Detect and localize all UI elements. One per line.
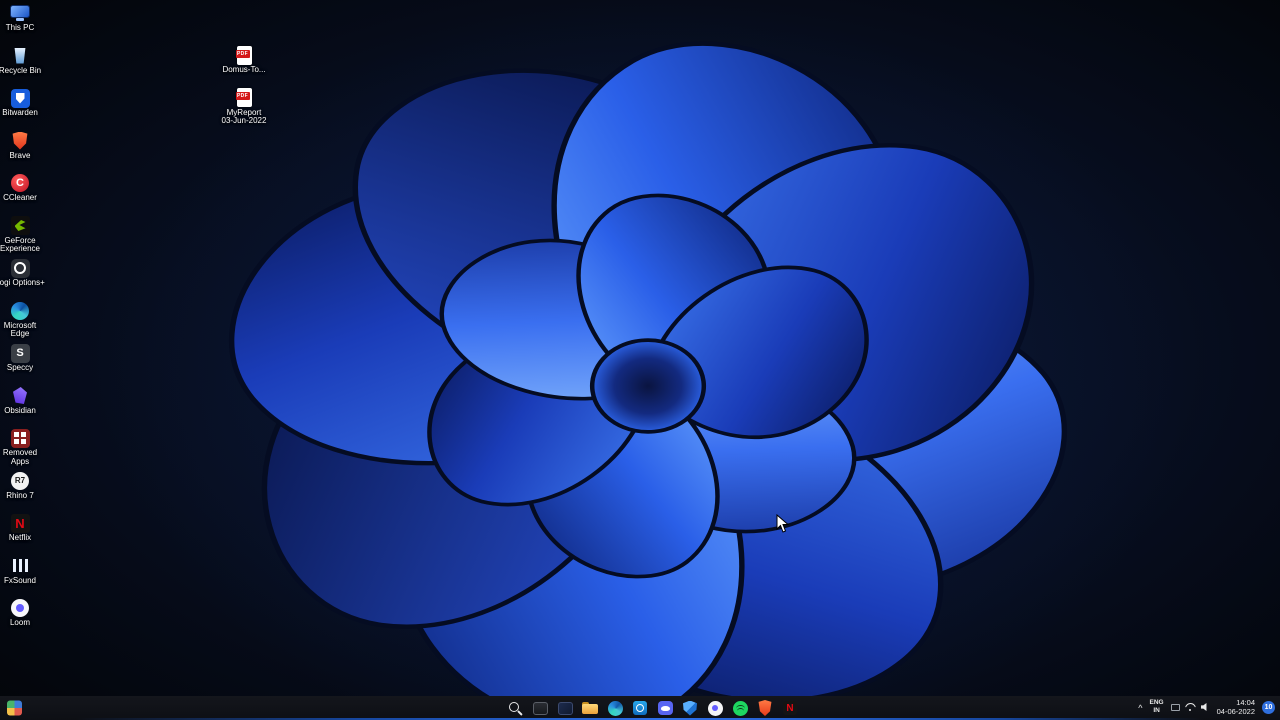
- loom-icon: [8, 598, 32, 618]
- connected-device-icon: [1170, 703, 1180, 711]
- discord-icon: [657, 701, 673, 715]
- file-explorer-icon: [582, 701, 598, 715]
- taskbar: ^ ENG IN 14:04 04-06-2022 10: [0, 696, 1280, 720]
- tray-status-icons[interactable]: [1170, 702, 1210, 712]
- language-line2: IN: [1153, 706, 1160, 714]
- fxsound-icon: [8, 556, 32, 576]
- recycle-bin-icon: [8, 46, 32, 66]
- loom-taskbar-icon: [707, 700, 723, 716]
- desktop-icon-label: Netflix: [8, 533, 32, 542]
- outlook-button[interactable]: [630, 698, 651, 719]
- windows-bloom-wallpaper: [0, 0, 1280, 720]
- ccleaner-icon: [8, 173, 32, 193]
- loom-button[interactable]: [705, 698, 726, 719]
- desktop-icon-label: Speccy: [6, 363, 34, 372]
- netflix-icon: [10, 513, 30, 533]
- desktop-file-myreport-pdf[interactable]: MyReport 03-Jun-2022: [212, 85, 276, 128]
- photos-button[interactable]: [555, 698, 576, 719]
- desktop-icon-rhino-7[interactable]: Rhino 7: [0, 468, 46, 511]
- logi-options-icon: [10, 258, 30, 278]
- network-wifi-icon: [1185, 703, 1196, 711]
- brave-taskbar-icon: [758, 700, 772, 716]
- desktop-icon-recycle-bin[interactable]: Recycle Bin: [0, 43, 46, 86]
- desktop-icon-label: Obsidian: [4, 405, 36, 415]
- taskbar-center-icons: [480, 696, 801, 720]
- hidden-icons-chevron[interactable]: ^: [1138, 703, 1142, 713]
- start-button[interactable]: [480, 698, 501, 719]
- desktop-file-domus-pdf[interactable]: Domus-To...: [212, 42, 276, 85]
- desktop-icon-label: Removed Apps: [2, 448, 38, 466]
- desktop-icon-brave[interactable]: Brave: [0, 128, 46, 171]
- spotify-icon: [732, 700, 748, 716]
- desktop-icon-label: Bitwarden: [2, 108, 38, 117]
- outlook-icon: [633, 701, 647, 715]
- windows-security-button[interactable]: [680, 698, 701, 719]
- speccy-icon: [10, 343, 30, 363]
- system-tray: ^ ENG IN 14:04 04-06-2022 10: [1138, 696, 1275, 718]
- task-view-button[interactable]: [530, 698, 551, 719]
- brave-icon: [8, 131, 32, 151]
- geforce-experience-icon: [10, 216, 30, 235]
- clock-date: 04-06-2022: [1216, 707, 1255, 716]
- desktop-icon-netflix[interactable]: Netflix: [0, 510, 46, 553]
- search-button[interactable]: [505, 698, 526, 719]
- desktop-icon-removed-apps[interactable]: Removed Apps: [0, 425, 46, 468]
- rhino-7-icon: [8, 471, 32, 491]
- obsidian-icon: [8, 386, 32, 406]
- search-icon: [507, 700, 524, 717]
- this-pc-icon: [8, 3, 32, 23]
- desktop-icon-label: Rhino 7: [6, 490, 34, 500]
- desktop-icon-label: Loom: [9, 618, 30, 627]
- bitwarden-icon: [10, 88, 30, 108]
- desktop-icon-fxsound[interactable]: FxSound: [0, 553, 46, 596]
- volume-icon: [1200, 702, 1207, 712]
- microsoft-edge-icon: [8, 301, 32, 321]
- file-date: 03-Jun-2022: [221, 116, 267, 126]
- desktop-icon-ccleaner[interactable]: CCleaner: [0, 170, 46, 213]
- desktop-icon-label: CCleaner: [3, 193, 37, 202]
- desktop-icon-microsoft-edge[interactable]: Microsoft Edge: [0, 298, 46, 341]
- desktop-icon-speccy[interactable]: Speccy: [0, 340, 46, 383]
- desktop-icon-obsidian[interactable]: Obsidian: [0, 383, 46, 426]
- discord-button[interactable]: [655, 698, 676, 719]
- desktop-icon-label: Recycle Bin: [0, 65, 42, 75]
- desktop-file-column: Domus-To... MyReport 03-Jun-2022: [212, 42, 276, 127]
- desktop-icon-loom[interactable]: Loom: [0, 595, 46, 638]
- windows-security-icon: [683, 700, 697, 716]
- netflix-button[interactable]: [780, 698, 801, 719]
- edge-button[interactable]: [605, 698, 626, 719]
- pdf-icon: [235, 88, 252, 107]
- desktop-icon-logi-options[interactable]: Logi Options+: [0, 255, 46, 298]
- task-view-icon: [532, 701, 548, 715]
- windows-start-icon: [483, 701, 498, 716]
- removed-apps-icon: [10, 428, 30, 448]
- desktop-icon-label: Microsoft Edge: [3, 320, 37, 339]
- language-indicator[interactable]: ENG IN: [1149, 699, 1164, 714]
- desktop-icon-label: This PC: [5, 23, 35, 32]
- file-explorer-button[interactable]: [580, 698, 601, 719]
- photos-icon: [557, 701, 573, 715]
- spotify-button[interactable]: [730, 698, 751, 719]
- desktop-icon-label: GeForce Experience: [0, 235, 41, 254]
- desktop-wallpaper: [0, 0, 1280, 720]
- edge-icon: [607, 700, 623, 716]
- desktop-icon-this-pc[interactable]: This PC: [0, 0, 46, 43]
- language-line1: ENG: [1149, 699, 1164, 706]
- desktop-icon-label: Brave: [9, 150, 31, 160]
- brave-button[interactable]: [755, 698, 776, 719]
- notification-badge[interactable]: 10: [1262, 700, 1275, 714]
- clock-time: 14:04: [1236, 697, 1255, 707]
- netflix-taskbar-icon: [783, 701, 797, 715]
- desktop-file-label: MyReport 03-Jun-2022: [221, 108, 267, 127]
- desktop-file-label: Domus-To...: [222, 65, 266, 74]
- desktop-icon-label: FxSound: [3, 575, 37, 585]
- taskbar-clock[interactable]: 14:04 04-06-2022: [1216, 697, 1255, 716]
- desktop-icon-column: This PC Recycle Bin Bitwarden Brave CCle…: [0, 0, 46, 638]
- widgets-icon[interactable]: [7, 700, 22, 716]
- desktop-icon-bitwarden[interactable]: Bitwarden: [0, 85, 46, 128]
- desktop-icon-label: Logi Options+: [0, 278, 45, 287]
- pdf-icon: [235, 45, 252, 65]
- desktop-icon-geforce-experience[interactable]: GeForce Experience: [0, 213, 46, 256]
